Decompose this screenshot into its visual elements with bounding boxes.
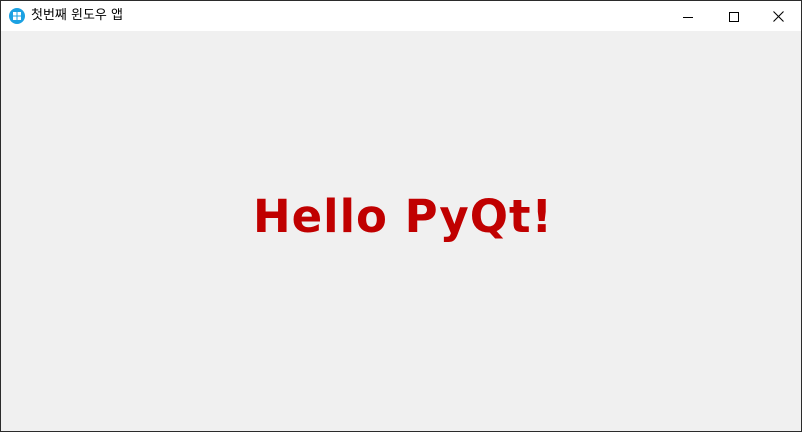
- app-logo-icon: [9, 8, 25, 24]
- close-icon: [772, 7, 784, 26]
- hello-label: Hello PyQt!: [253, 190, 554, 243]
- client-area: Hello PyQt!: [1, 31, 801, 431]
- app-window: 첫번째 윈도우 앱 Hello PyQt!: [0, 0, 802, 432]
- minimize-icon: [683, 7, 693, 26]
- close-button[interactable]: [755, 1, 801, 31]
- window-title: 첫번째 윈도우 앱: [31, 8, 123, 23]
- maximize-button[interactable]: [711, 1, 757, 31]
- maximize-icon: [729, 7, 739, 26]
- title-bar[interactable]: 첫번째 윈도우 앱: [1, 1, 801, 31]
- minimize-button[interactable]: [665, 1, 711, 31]
